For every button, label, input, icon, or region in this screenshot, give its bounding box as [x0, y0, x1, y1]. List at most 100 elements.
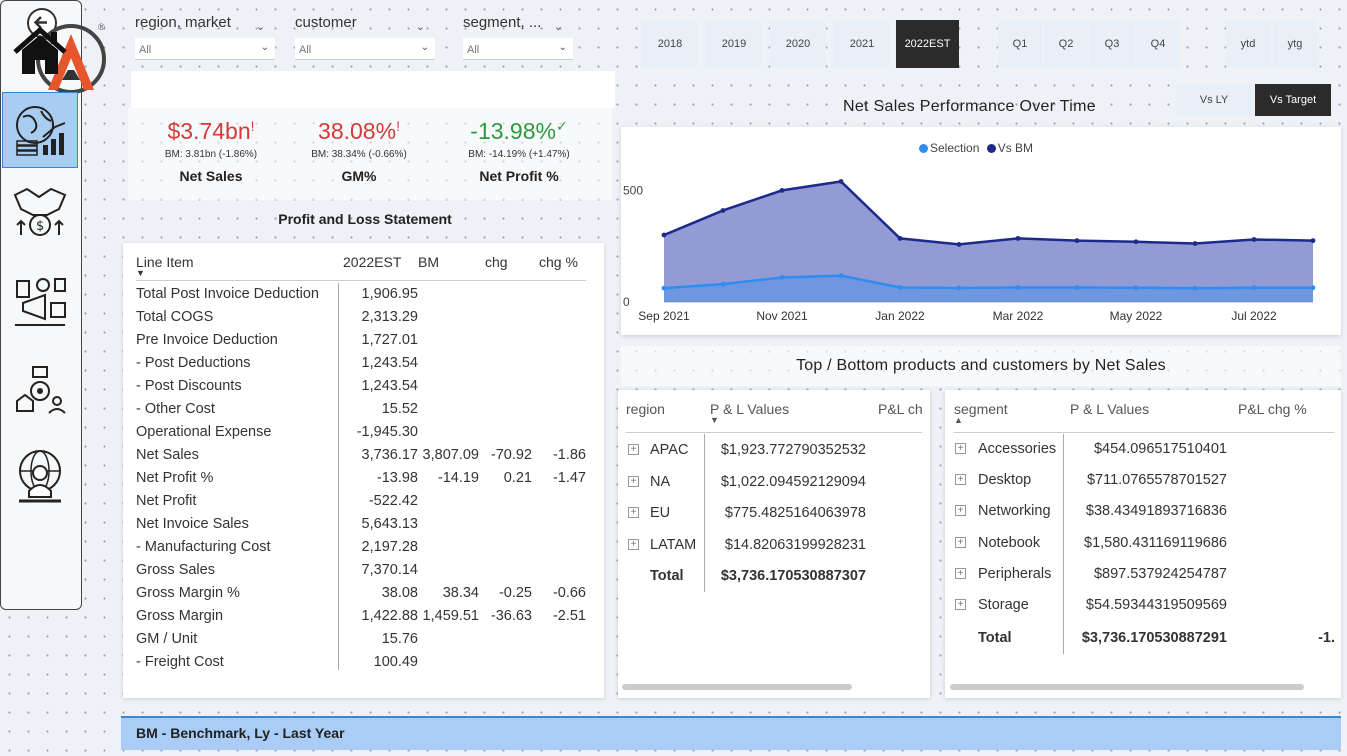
table-row[interactable]: + LATAM $14.82063199928231: [618, 537, 928, 561]
expand-icon[interactable]: +: [628, 444, 639, 455]
data-point: [720, 208, 726, 213]
data-point: [1251, 237, 1257, 242]
expand-icon[interactable]: +: [955, 474, 966, 486]
home-icon: [13, 26, 67, 74]
column-header-region[interactable]: region: [626, 401, 665, 417]
column-header-segment[interactable]: segment ▲: [954, 401, 1008, 425]
table-row[interactable]: Gross Sales 7,370.14: [136, 562, 596, 585]
chevron-down-icon[interactable]: ⌄: [416, 20, 425, 33]
period-button-ytd[interactable]: ytd: [1226, 20, 1270, 68]
year-button-2021[interactable]: 2021: [834, 20, 890, 68]
nav-marketing-view[interactable]: [2, 264, 78, 340]
slicer-dropdown[interactable]: All ⌄: [463, 38, 573, 60]
slicer-dropdown[interactable]: All ⌄: [295, 38, 435, 60]
column-header-2022est[interactable]: 2022EST: [343, 254, 401, 270]
expand-icon[interactable]: +: [955, 599, 966, 610]
segment-table: segment ▲ P & L Values P&L chg % + Access…: [945, 390, 1341, 698]
table-row[interactable]: Net Profit % -13.98 -14.19 0.21 -1.47: [136, 470, 596, 493]
slicer-segment[interactable]: segment, ... ⌄ All ⌄: [463, 14, 573, 60]
table-row[interactable]: Net Sales 3,736.17 3,807.09 -70.92 -1.86: [136, 447, 596, 470]
column-header-pl-values[interactable]: P & L Values ▼: [710, 401, 789, 425]
column-header-pl-values[interactable]: P & L Values: [1070, 401, 1149, 417]
quarter-button-q2[interactable]: Q2: [1044, 20, 1088, 68]
column-header-bm[interactable]: BM: [418, 254, 439, 270]
region-table: region P & L Values ▼ P&L ch + APAC $1,923…: [618, 390, 930, 698]
row-value-chg-percent: -2.51: [552, 608, 586, 624]
quarter-button-q3[interactable]: Q3: [1090, 20, 1134, 68]
table-row[interactable]: + Storage $54.59344319509569: [945, 597, 1339, 621]
quarter-button-q4[interactable]: Q4: [1136, 20, 1180, 68]
table-row[interactable]: - Other Cost 15.52: [136, 401, 596, 424]
year-button-2020[interactable]: 2020: [770, 20, 826, 68]
expand-icon[interactable]: +: [628, 475, 639, 487]
pl-title: Profit and Loss Statement: [278, 211, 452, 227]
expand-icon[interactable]: +: [628, 507, 639, 518]
nav-finance-view[interactable]: [2, 92, 78, 168]
data-point: [1074, 238, 1080, 244]
table-row[interactable]: Total Post Invoice Deduction 1,906.95: [136, 286, 596, 309]
nav-customer-view[interactable]: $: [2, 172, 78, 248]
year-button-2018[interactable]: 2018: [642, 20, 698, 68]
table-row[interactable]: + NA $1,022.094592129094: [618, 474, 928, 498]
year-button-2022est[interactable]: 2022EST: [896, 20, 959, 68]
period-button-ytg[interactable]: ytg: [1273, 20, 1317, 68]
table-row[interactable]: Pre Invoice Deduction 1,727.01: [136, 332, 596, 355]
table-row[interactable]: - Post Deductions 1,243.54: [136, 355, 596, 378]
row-value-bm: -14.19: [437, 470, 479, 486]
column-header-chg-percent[interactable]: chg %: [539, 254, 578, 270]
table-row[interactable]: Net Invoice Sales 5,643.13: [136, 516, 596, 539]
year-button-2019[interactable]: 2019: [706, 20, 762, 68]
compare-button-vs-ly[interactable]: Vs LY: [1176, 84, 1252, 116]
slicer-region-market[interactable]: region, market ⌄ All ⌄: [135, 14, 275, 60]
horizontal-scrollbar[interactable]: [622, 684, 852, 690]
row-line-item: - Other Cost: [136, 401, 215, 417]
slicer-value: All: [139, 44, 152, 56]
table-row[interactable]: Net Profit -522.42: [136, 493, 596, 516]
quarter-button-q1[interactable]: Q1: [998, 20, 1042, 68]
expand-icon[interactable]: +: [955, 536, 966, 548]
row-value-2022est: 1,243.54: [361, 378, 418, 394]
table-row[interactable]: Gross Margin % 38.08 38.34 -0.25 -0.66: [136, 585, 596, 608]
row-segment: Storage: [978, 597, 1029, 613]
horizontal-scrollbar[interactable]: [950, 684, 1304, 690]
table-row[interactable]: Operational Expense -1,945.30: [136, 424, 596, 447]
nav-executive-view[interactable]: [2, 438, 78, 514]
chart-title: Net Sales Performance Over Time: [843, 98, 1096, 115]
chevron-down-icon[interactable]: ⌄: [554, 20, 563, 33]
slicer-customer[interactable]: customer ⌄ All ⌄: [295, 14, 435, 60]
table-row[interactable]: + Networking $38.43491893716836: [945, 503, 1339, 527]
column-header-line-item[interactable]: Line Item ▼: [136, 254, 194, 278]
x-tick-label: Nov 2021: [756, 309, 808, 323]
expand-icon[interactable]: +: [955, 443, 966, 454]
nav-supply-chain-view[interactable]: [2, 352, 78, 428]
kpi-value: $3.74bn: [167, 118, 251, 144]
kpi-benchmark: BM: 3.81bn (-1.86%): [164, 149, 258, 160]
y-tick-label: 500: [623, 183, 643, 197]
table-row[interactable]: + EU $775.4825164063978: [618, 505, 928, 529]
row-value-bm: 1,459.51: [422, 608, 479, 624]
row-line-item: Net Invoice Sales: [136, 516, 249, 532]
compare-button-vs-target[interactable]: Vs Target: [1255, 84, 1331, 116]
column-header-pl-chg-percent[interactable]: P&L chg %: [1238, 401, 1307, 417]
table-row[interactable]: Total COGS 2,313.29: [136, 309, 596, 332]
table-row[interactable]: GM / Unit 15.76: [136, 631, 596, 654]
table-row[interactable]: + Notebook $1,580.431169119686: [945, 535, 1339, 559]
blank-panel: [131, 71, 615, 108]
table-row[interactable]: + Accessories $454.096517510401: [945, 441, 1339, 465]
table-row[interactable]: - Post Discounts 1,243.54: [136, 378, 596, 401]
column-header-chg[interactable]: chg: [485, 254, 508, 270]
expand-icon[interactable]: +: [955, 505, 966, 517]
table-row[interactable]: - Freight Cost 100.49: [136, 654, 596, 677]
table-row[interactable]: + APAC $1,923.772790352532: [618, 442, 928, 466]
expand-icon[interactable]: +: [955, 567, 966, 579]
table-row[interactable]: Gross Margin 1,422.88 1,459.51 -36.63 -2.51: [136, 608, 596, 631]
column-header-pl-chg[interactable]: P&L ch: [878, 401, 923, 417]
nav-home[interactable]: [2, 14, 78, 90]
slicer-dropdown[interactable]: All ⌄: [135, 38, 275, 60]
table-row[interactable]: + Desktop $711.0765578701527: [945, 472, 1339, 496]
expand-icon[interactable]: +: [628, 538, 639, 550]
table-row[interactable]: - Manufacturing Cost 2,197.28: [136, 539, 596, 562]
row-line-item: Net Sales: [136, 447, 199, 463]
table-row[interactable]: + Peripherals $897.537924254787: [945, 566, 1339, 590]
chevron-down-icon[interactable]: ⌄: [256, 20, 265, 33]
